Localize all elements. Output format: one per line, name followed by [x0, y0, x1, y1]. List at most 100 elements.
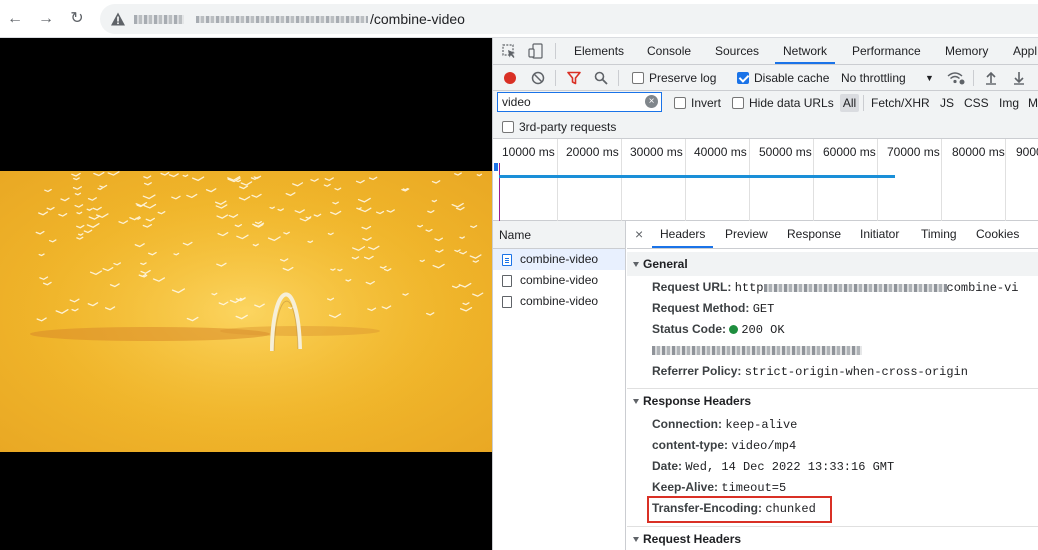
header-key: content-type:	[652, 438, 728, 452]
back-arrow-icon[interactable]: ←	[5, 9, 25, 29]
record-icon[interactable]	[504, 72, 516, 84]
header-value: combine-vi	[946, 281, 1019, 295]
file-icon	[502, 296, 512, 308]
throttling-select[interactable]: No throttling	[841, 70, 906, 86]
header-key: Date:	[652, 459, 683, 473]
page-viewport	[0, 38, 492, 550]
address-bar[interactable]: /combine-video	[100, 4, 1038, 34]
tab-cookies[interactable]: Cookies	[976, 221, 1019, 248]
hide-data-urls-checkbox[interactable]	[732, 97, 744, 109]
tab-performance[interactable]: Performance	[852, 38, 921, 64]
filter-type-css[interactable]: CSS	[964, 95, 989, 111]
device-toolbar-icon[interactable]	[528, 43, 544, 59]
third-party-label: 3rd-party requests	[519, 120, 617, 134]
collapse-triangle-icon	[633, 537, 639, 542]
tab-elements[interactable]: Elements	[574, 38, 624, 64]
filter-type-js[interactable]: JS	[940, 95, 954, 111]
redacted-value	[763, 283, 947, 292]
grid-line	[557, 139, 558, 221]
header-value: http	[734, 281, 764, 295]
request-name: combine-video	[520, 252, 599, 266]
preserve-log-checkbox[interactable]	[632, 72, 644, 84]
close-icon[interactable]: ×	[635, 221, 643, 248]
filter-type-media[interactable]: M	[1028, 95, 1038, 111]
header-key: Referrer Policy:	[652, 364, 742, 378]
import-har-icon[interactable]	[985, 71, 997, 85]
filter-icon[interactable]	[567, 71, 581, 85]
timeline-tick: 50000 ms	[759, 145, 812, 159]
collapse-triangle-icon	[633, 399, 639, 404]
list-item[interactable]: combine-video	[493, 270, 625, 291]
filter-bar: video × Invert Hide data URLs All Fetch/…	[493, 91, 1038, 115]
header-key: Connection:	[652, 417, 722, 431]
grid-line	[941, 139, 942, 221]
third-party-bar: 3rd-party requests	[493, 115, 1038, 139]
disable-cache-checkbox[interactable]	[737, 72, 749, 84]
forward-arrow-icon[interactable]: →	[36, 9, 56, 29]
details-tab-bar: × Headers Preview Response Initiator Tim…	[627, 221, 1038, 249]
clear-filter-icon[interactable]: ×	[645, 95, 658, 108]
export-har-icon[interactable]	[1013, 71, 1025, 85]
browser-toolbar: ← → ↻ /combine-video	[0, 0, 1038, 38]
tab-timing[interactable]: Timing	[921, 221, 957, 248]
filter-type-all[interactable]: All	[840, 94, 859, 112]
tab-network[interactable]: Network	[775, 38, 836, 64]
grid-line	[749, 139, 750, 221]
dropdown-arrow-icon[interactable]: ▼	[925, 70, 934, 86]
warning-triangle-icon[interactable]	[110, 11, 126, 27]
grid-line	[877, 139, 878, 221]
divider	[618, 70, 619, 86]
timeline-dom-marker	[499, 163, 500, 221]
network-conditions-icon[interactable]	[947, 71, 965, 85]
disable-cache-label: Disable cache	[754, 71, 830, 85]
tab-initiator[interactable]: Initiator	[860, 221, 899, 248]
request-name: combine-video	[520, 273, 599, 287]
header-value: 200 OK	[741, 323, 785, 337]
timeline-request-bar	[499, 175, 895, 178]
name-column-header[interactable]: Name	[493, 221, 625, 249]
section-general-header[interactable]: General	[627, 252, 1038, 276]
tab-response[interactable]: Response	[787, 221, 841, 248]
video-player[interactable]	[0, 171, 492, 452]
hide-data-urls-label: Hide data URLs	[749, 96, 834, 110]
url-path: /combine-video	[370, 11, 465, 27]
filter-type-img[interactable]: Img	[999, 95, 1019, 111]
reload-icon[interactable]: ↻	[67, 9, 87, 29]
section-response-headers-header[interactable]: Response Headers	[627, 388, 1038, 412]
timeline-tick: 70000 ms	[887, 145, 940, 159]
timeline-tick: 9000	[1016, 145, 1038, 159]
filter-input[interactable]: video	[497, 92, 662, 112]
header-value: video/mp4	[731, 439, 797, 453]
request-url-row: Request URL: http combine-vi	[652, 277, 1019, 297]
date-row: Date: Wed, 14 Dec 2022 13:33:16 GMT	[652, 456, 894, 476]
section-request-headers-header[interactable]: Request Headers	[627, 526, 1038, 550]
header-key: Keep-Alive:	[652, 480, 719, 494]
timeline-tick: 80000 ms	[952, 145, 1005, 159]
list-item[interactable]: combine-video	[493, 291, 625, 312]
request-method-row: Request Method: GET	[652, 298, 774, 318]
section-title: General	[643, 257, 688, 271]
content-type-row: content-type: video/mp4	[652, 435, 796, 455]
tab-headers[interactable]: Headers	[652, 221, 714, 248]
tab-application[interactable]: Appl	[1013, 38, 1037, 64]
grid-line	[685, 139, 686, 221]
devtools-tab-bar: Elements Console Sources Network Perform…	[493, 38, 1038, 65]
status-ok-icon	[729, 325, 739, 334]
network-timeline-overview[interactable]: 10000 ms 20000 ms 30000 ms 40000 ms 5000…	[493, 139, 1038, 221]
inspect-element-icon[interactable]	[502, 44, 517, 59]
list-item[interactable]: combine-video	[493, 249, 625, 270]
clear-icon[interactable]	[531, 71, 545, 85]
invert-checkbox[interactable]	[674, 97, 686, 109]
tab-console[interactable]: Console	[647, 38, 691, 64]
tab-preview[interactable]: Preview	[725, 221, 768, 248]
header-value: Wed, 14 Dec 2022 13:33:16 GMT	[685, 460, 895, 474]
filter-type-fetch-xhr[interactable]: Fetch/XHR	[871, 95, 930, 111]
tab-sources[interactable]: Sources	[715, 38, 759, 64]
timeline-tick: 10000 ms	[502, 145, 555, 159]
third-party-checkbox[interactable]	[502, 121, 514, 133]
divider	[555, 43, 556, 59]
timeline-tick: 60000 ms	[823, 145, 876, 159]
search-icon[interactable]	[594, 71, 608, 85]
tab-memory[interactable]: Memory	[945, 38, 988, 64]
remote-address-row	[652, 340, 862, 360]
